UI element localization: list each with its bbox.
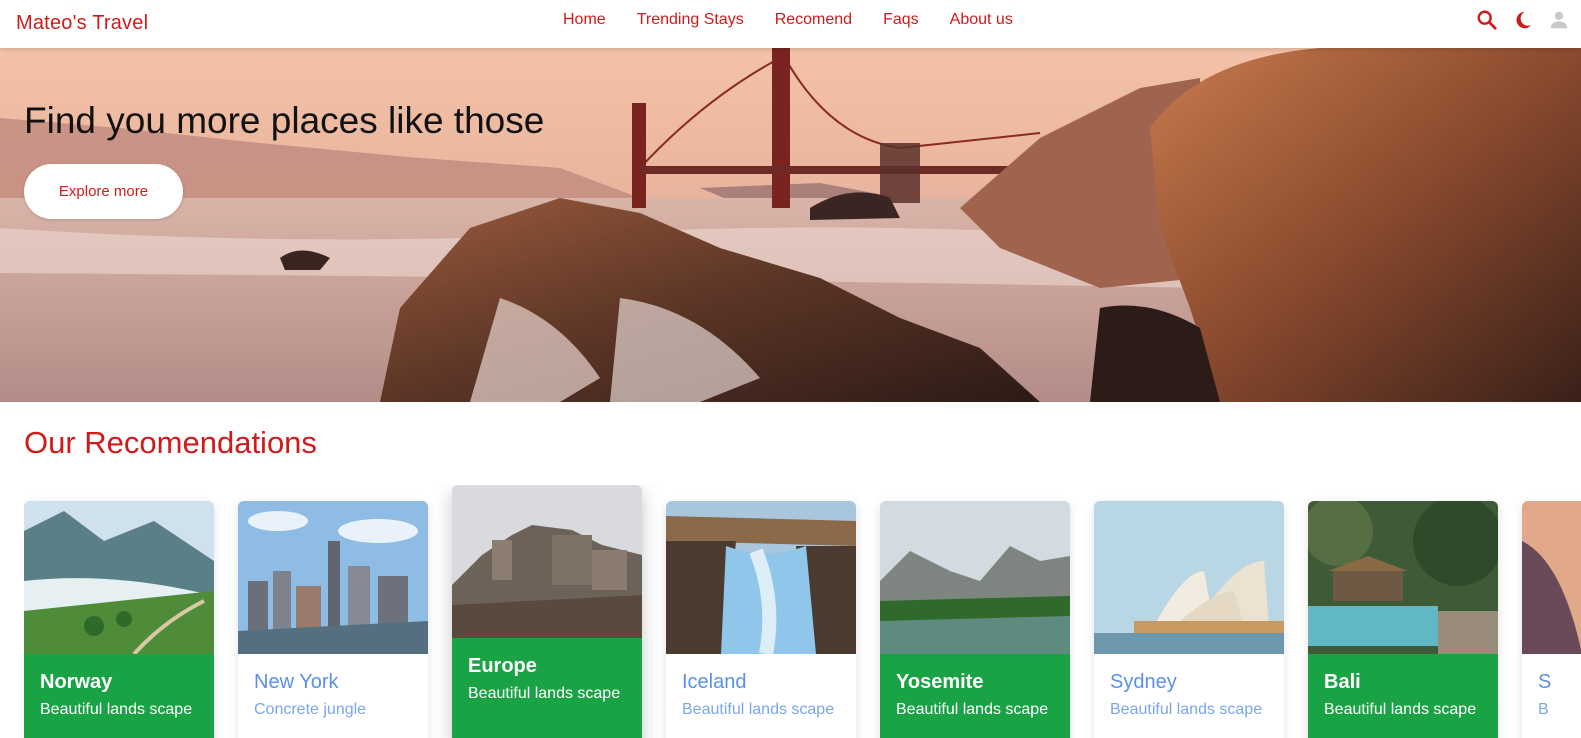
nav-link-faqs[interactable]: Faqs xyxy=(883,11,919,29)
card-partial[interactable]: S B xyxy=(1522,501,1581,738)
moon-icon[interactable] xyxy=(1511,8,1535,32)
recommendations-carousel: Norway Beautiful lands scape New York Co… xyxy=(24,485,1581,738)
card-description: Beautiful lands scape xyxy=(682,701,835,718)
card-description: Beautiful lands scape xyxy=(896,701,1049,718)
card-title: Yosemite xyxy=(896,671,984,693)
nav-icons xyxy=(1475,8,1571,32)
card-description: Beautiful lands scape xyxy=(1324,701,1477,718)
card-title: Iceland xyxy=(682,671,747,693)
nav-link-about-us[interactable]: About us xyxy=(950,11,1013,29)
card-description: Beautiful lands scape xyxy=(1110,701,1263,718)
card-description: Beautiful lands scape xyxy=(40,701,193,718)
card-image-iceland xyxy=(666,501,856,654)
user-icon[interactable] xyxy=(1547,8,1571,32)
card-sydney[interactable]: Sydney Beautiful lands scape xyxy=(1094,501,1284,738)
brand-logo[interactable]: Mateo's Travel xyxy=(16,12,148,35)
main-nav: Home Trending Stays Recomend Faqs About … xyxy=(563,11,1044,29)
recommendations-title: Our Recomendations xyxy=(24,425,317,460)
card-image-europe xyxy=(452,485,642,638)
card-title: Norway xyxy=(40,671,113,693)
hero-banner: Find you more places like those Explore … xyxy=(0,48,1581,402)
card-body-sydney: Sydney Beautiful lands scape xyxy=(1094,654,1284,738)
card-body-norway: Norway Beautiful lands scape xyxy=(24,654,214,738)
top-navbar: Mateo's Travel Home Trending Stays Recom… xyxy=(0,0,1581,48)
card-image-yosemite xyxy=(880,501,1070,654)
search-icon[interactable] xyxy=(1475,8,1499,32)
card-body-partial: S B xyxy=(1522,654,1581,738)
hero-title: Find you more places like those xyxy=(24,100,545,141)
card-image-norway xyxy=(24,501,214,654)
card-title: Europe xyxy=(468,655,537,677)
card-image-sydney xyxy=(1094,501,1284,654)
card-image-partial xyxy=(1522,501,1581,654)
card-body-bali: Bali Beautiful lands scape xyxy=(1308,654,1498,738)
nav-link-home[interactable]: Home xyxy=(563,11,606,29)
card-bali[interactable]: Bali Beautiful lands scape xyxy=(1308,501,1498,738)
card-yosemite[interactable]: Yosemite Beautiful lands scape xyxy=(880,501,1070,738)
card-title: Bali xyxy=(1324,671,1361,693)
card-description: Beautiful lands scape xyxy=(468,685,621,702)
card-body-europe: Europe Beautiful lands scape xyxy=(452,638,642,738)
card-image-bali xyxy=(1308,501,1498,654)
card-image-new-york xyxy=(238,501,428,654)
card-title: S xyxy=(1538,671,1552,693)
nav-link-trending-stays[interactable]: Trending Stays xyxy=(637,11,744,29)
card-description: Concrete jungle xyxy=(254,701,367,718)
card-body-iceland: Iceland Beautiful lands scape xyxy=(666,654,856,738)
card-new-york[interactable]: New York Concrete jungle xyxy=(238,501,428,738)
card-description: B xyxy=(1538,701,1549,718)
card-europe[interactable]: Europe Beautiful lands scape xyxy=(452,485,642,738)
nav-link-recomend[interactable]: Recomend xyxy=(775,11,852,29)
explore-more-button[interactable]: Explore more xyxy=(24,164,183,219)
card-title: New York xyxy=(254,671,339,693)
card-iceland[interactable]: Iceland Beautiful lands scape xyxy=(666,501,856,738)
card-title: Sydney xyxy=(1110,671,1177,693)
card-body-yosemite: Yosemite Beautiful lands scape xyxy=(880,654,1070,738)
card-norway[interactable]: Norway Beautiful lands scape xyxy=(24,501,214,738)
card-body-new-york: New York Concrete jungle xyxy=(238,654,428,738)
